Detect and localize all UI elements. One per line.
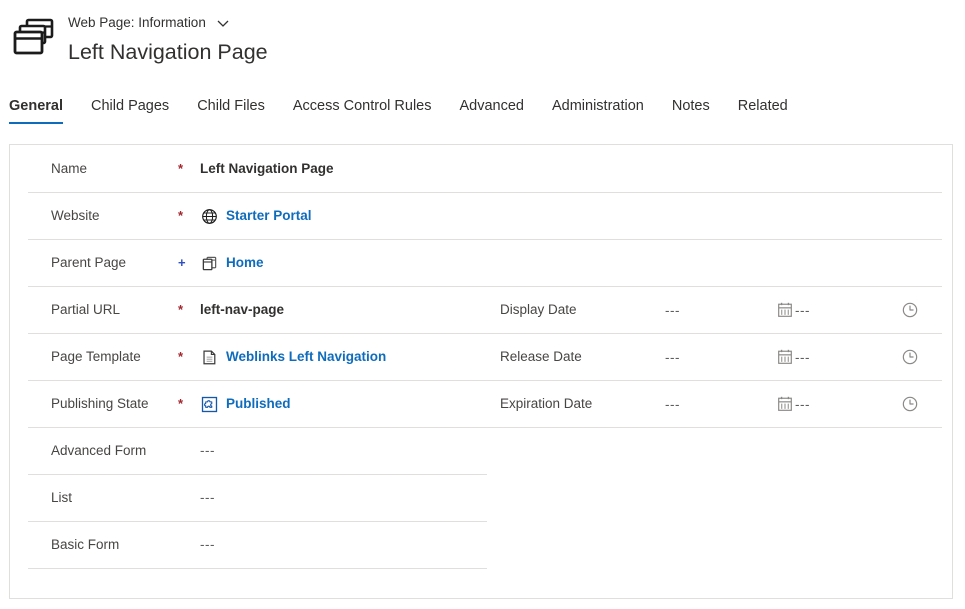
field-row-basic-form: Basic Form --- <box>28 522 487 568</box>
field-row-release-date: Release Date --- --- <box>500 334 944 380</box>
field-row-publishing-state: Publishing State * Published <box>28 381 487 427</box>
web-page-icon <box>13 17 55 57</box>
field-label-website: Website <box>51 208 100 223</box>
field-value-release-date[interactable]: --- <box>665 350 775 365</box>
field-label-expiration-date: Expiration Date <box>500 396 593 411</box>
field-label-basic-form: Basic Form <box>51 537 120 552</box>
field-value-publishing-state[interactable]: Published <box>200 395 291 413</box>
required-marker: * <box>178 208 184 223</box>
field-row-list: List --- <box>28 475 487 521</box>
chevron-down-icon[interactable] <box>215 15 231 31</box>
tab-general[interactable]: General <box>9 96 63 124</box>
field-row-partial-url: Partial URL * left-nav-page <box>28 287 487 333</box>
field-value-advanced-form[interactable]: --- <box>200 442 215 460</box>
field-row-display-date: Display Date --- --- <box>500 287 944 333</box>
field-value-release-time[interactable]: --- <box>795 350 900 365</box>
field-label-publishing-state: Publishing State <box>51 396 149 411</box>
field-row-website: Website * Starter Portal <box>28 193 487 239</box>
tab-related[interactable]: Related <box>738 96 788 124</box>
clock-icon[interactable] <box>900 394 920 414</box>
required-marker: * <box>178 396 184 411</box>
field-value-website[interactable]: Starter Portal <box>200 207 312 225</box>
required-marker: * <box>178 161 184 176</box>
field-value-partial-url[interactable]: left-nav-page <box>200 301 284 319</box>
breadcrumb-label: Web Page: Information <box>68 15 206 30</box>
field-value-page-template[interactable]: Weblinks Left Navigation <box>200 348 386 366</box>
web-page-small-icon <box>200 254 218 272</box>
field-value-page-template-text: Weblinks Left Navigation <box>226 349 387 364</box>
field-row-advanced-form: Advanced Form --- <box>28 428 487 474</box>
field-label-parent-page: Parent Page <box>51 255 127 270</box>
clock-icon[interactable] <box>900 347 920 367</box>
field-value-display-date[interactable]: --- <box>665 303 775 318</box>
field-label-advanced-form: Advanced Form <box>51 443 147 458</box>
publishing-state-icon <box>200 395 218 413</box>
field-value-parent-page-text: Home <box>226 255 264 270</box>
page-title: Left Navigation Page <box>68 40 268 64</box>
tab-access-control-rules[interactable]: Access Control Rules <box>293 96 432 124</box>
tab-administration[interactable]: Administration <box>552 96 644 124</box>
tab-bar: General Child Pages Child Files Access C… <box>0 96 965 132</box>
breadcrumb: Web Page: Information <box>68 13 268 33</box>
general-tab-form-card: Name * Left Navigation Page Website * St <box>9 144 953 599</box>
field-row-page-template: Page Template * Weblinks Left Navigation <box>28 334 487 380</box>
tab-notes[interactable]: Notes <box>672 96 710 124</box>
field-label-release-date: Release Date <box>500 349 582 364</box>
field-label-partial-url: Partial URL <box>51 302 121 317</box>
required-marker: * <box>178 302 184 317</box>
lookup-plus-marker: + <box>178 255 186 270</box>
field-value-list[interactable]: --- <box>200 489 215 507</box>
field-value-display-time[interactable]: --- <box>795 303 900 318</box>
calendar-icon[interactable] <box>775 394 795 414</box>
required-marker: * <box>178 349 184 364</box>
field-row-name: Name * Left Navigation Page <box>28 146 487 192</box>
field-value-parent-page[interactable]: Home <box>200 254 264 272</box>
tab-child-files[interactable]: Child Files <box>197 96 265 124</box>
field-value-name[interactable]: Left Navigation Page <box>200 160 334 178</box>
globe-icon <box>200 207 218 225</box>
field-row-parent-page: Parent Page + Home <box>28 240 487 286</box>
tab-child-pages[interactable]: Child Pages <box>91 96 169 124</box>
field-label-display-date: Display Date <box>500 302 577 317</box>
record-header: Web Page: Information Left Navigation Pa… <box>0 0 965 92</box>
field-value-website-text: Starter Portal <box>226 208 312 223</box>
calendar-icon[interactable] <box>775 300 795 320</box>
row-divider <box>28 568 487 569</box>
field-label-page-template: Page Template <box>51 349 141 364</box>
clock-icon[interactable] <box>900 300 920 320</box>
field-label-name: Name <box>51 161 88 176</box>
tab-advanced[interactable]: Advanced <box>459 96 524 124</box>
field-value-basic-form[interactable]: --- <box>200 536 215 554</box>
field-row-expiration-date: Expiration Date --- --- <box>500 381 944 427</box>
field-value-publishing-state-text: Published <box>226 396 291 411</box>
document-icon <box>200 348 218 366</box>
header-text-block: Web Page: Information Left Navigation Pa… <box>68 13 268 66</box>
field-value-expiration-time[interactable]: --- <box>795 397 900 412</box>
field-label-list: List <box>51 490 73 505</box>
field-value-expiration-date[interactable]: --- <box>665 397 775 412</box>
calendar-icon[interactable] <box>775 347 795 367</box>
